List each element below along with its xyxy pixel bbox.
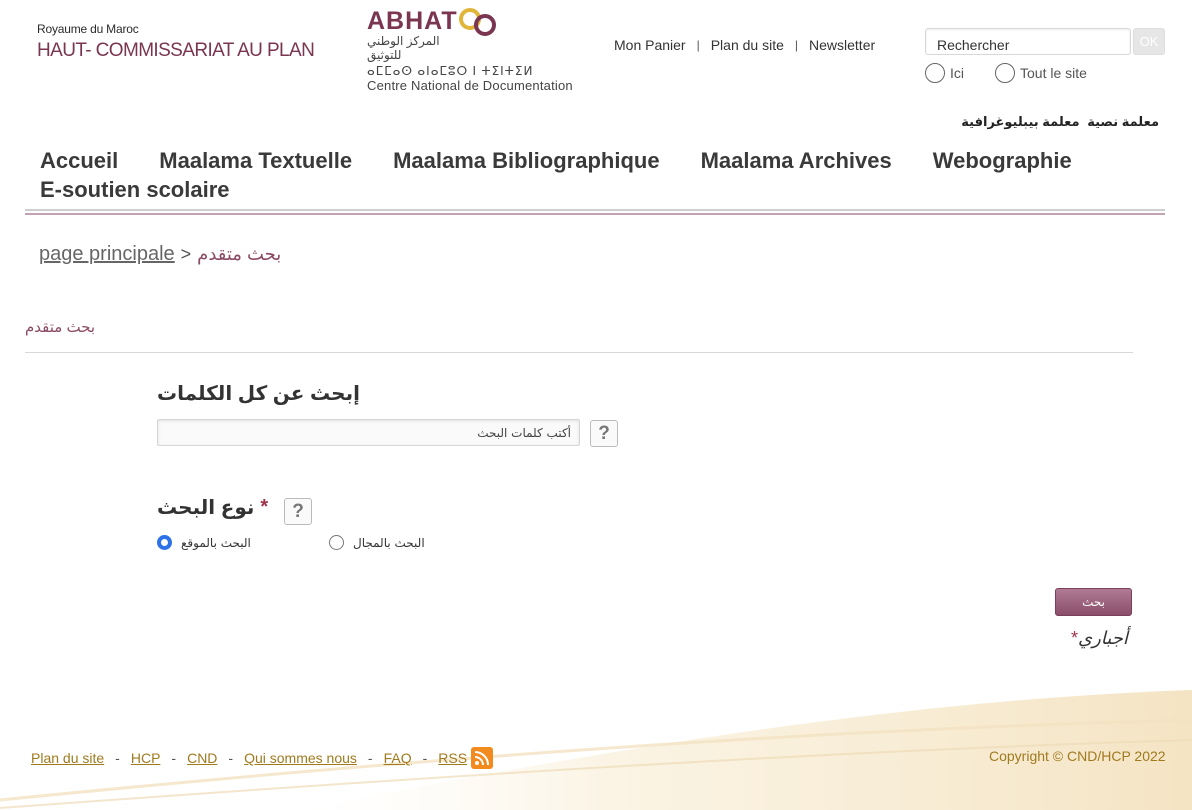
abhat-logo-title: ABHAT <box>367 6 597 36</box>
top-link-plan[interactable]: Plan du site <box>711 37 784 53</box>
separator: - <box>171 750 177 766</box>
nav-item-maalama-bibliographique[interactable]: Maalama Bibliographique <box>393 146 660 175</box>
nav-item-webographie[interactable]: Webographie <box>933 146 1072 175</box>
abhat-logo-text: ABHAT <box>367 6 458 35</box>
separator: | <box>794 38 799 52</box>
scope-ici[interactable]: Ici <box>925 63 964 83</box>
scope-ici-label: Ici <box>950 65 964 81</box>
abhat-logo-cnd: Centre National de Documentation <box>367 78 573 93</box>
option-domain[interactable]: البحث بالمجال <box>329 535 425 550</box>
divider <box>25 209 1165 211</box>
radio-icon[interactable] <box>995 63 1015 83</box>
search-type-label-text: نوع البحث <box>157 497 255 519</box>
radio-selected-icon[interactable] <box>157 535 172 550</box>
top-links: Mon Panier | Plan du site | Newsletter <box>614 37 875 53</box>
arabic-link-bibliographic[interactable]: معلمة بيبليوغرافية <box>961 114 1079 129</box>
abhat-logo-arabic: المركز الوطني للتوثيق <box>367 34 440 62</box>
abhat-logo-tifinagh: ⴰⵎⵎⴰⵙ ⴰⵏⴰⵎⵓⵔ ⵏ ⵜⵉⵏⵜⵉⵍ <box>367 64 534 78</box>
radio-icon[interactable] <box>329 535 344 550</box>
footer-link-faq[interactable]: FAQ <box>384 750 412 766</box>
page-title: بحث متقدم <box>25 319 96 336</box>
footer-link-hcp[interactable]: HCP <box>131 750 161 766</box>
abhat-logo[interactable]: ABHAT المركز الوطني للتوثيق ⴰⵎⵎⴰⵙ ⴰⵏⴰⵎⵓⵔ… <box>367 6 597 94</box>
hcp-logo[interactable]: Royaume du Maroc HAUT- COMMISSARIAT AU P… <box>37 22 315 62</box>
separator: - <box>228 750 234 766</box>
help-button[interactable]: ? <box>284 498 312 525</box>
copyright: Copyright © CND/HCP 2022 <box>989 748 1166 764</box>
breadcrumb-home[interactable]: page principale <box>39 243 175 266</box>
magnifier-icon <box>458 6 501 36</box>
separator: | <box>696 38 700 52</box>
breadcrumb: page principale > بحث متقدم <box>39 243 281 266</box>
footer-links: Plan du site - HCP - CND - Qui sommes no… <box>31 747 494 769</box>
arabic-links: معلمة نصية معلمة بيبليوغرافية <box>957 114 1159 130</box>
top-link-panier[interactable]: Mon Panier <box>614 37 686 53</box>
separator: - <box>367 750 373 766</box>
rss-icon[interactable] <box>471 747 494 769</box>
keywords-label: إبحث عن كل الكلمات <box>157 383 360 405</box>
required-star: * <box>1071 628 1079 648</box>
required-star: * <box>260 496 269 518</box>
divider <box>25 213 1165 215</box>
nav-item-maalama-archives[interactable]: Maalama Archives <box>701 146 892 175</box>
nav-item-accueil[interactable]: Accueil <box>40 146 118 175</box>
arabic-link-textual[interactable]: معلمة نصية <box>1087 114 1159 129</box>
hcp-logo-subtitle: Royaume du Maroc <box>37 22 139 36</box>
required-note: *أجباري <box>1071 628 1128 649</box>
keywords-input[interactable]: أكتب كلمات البحث <box>157 419 580 446</box>
footer-link-cnd[interactable]: CND <box>187 750 217 766</box>
required-note-text: أجباري <box>1078 628 1128 648</box>
scope-tout-label: Tout le site <box>1020 65 1087 81</box>
top-link-newsletter[interactable]: Newsletter <box>809 37 875 53</box>
radio-icon[interactable] <box>925 63 945 83</box>
option-domain-label: البحث بالمجال <box>353 535 425 550</box>
separator: - <box>422 750 428 766</box>
option-site[interactable]: البحث بالموقع <box>157 535 251 550</box>
separator: - <box>115 750 120 766</box>
footer-link-rss[interactable]: RSS <box>438 750 467 766</box>
breadcrumb-current: بحث متقدم <box>197 244 282 264</box>
footer-link-about[interactable]: Qui sommes nous <box>244 750 357 766</box>
search-type-label: نوع البحث * <box>157 495 268 520</box>
nav-item-maalama-textuelle[interactable]: Maalama Textuelle <box>159 146 352 175</box>
site-search: Rechercher OK Ici Tout le site <box>925 28 1165 83</box>
help-button[interactable]: ? <box>590 420 618 447</box>
scope-tout[interactable]: Tout le site <box>995 63 1087 83</box>
breadcrumb-separator: > <box>180 244 192 264</box>
submit-search-button[interactable]: بحث <box>1055 588 1132 616</box>
divider <box>25 352 1133 353</box>
main-nav: Accueil Maalama Textuelle Maalama Biblio… <box>40 146 1150 204</box>
hcp-logo-title: HAUT- COMMISSARIAT AU PLAN <box>37 40 315 61</box>
nav-item-e-soutien[interactable]: E-soutien scolaire <box>40 175 230 204</box>
search-ok-button[interactable]: OK <box>1133 28 1165 55</box>
search-input[interactable]: Rechercher <box>925 28 1131 55</box>
option-site-label: البحث بالموقع <box>181 535 251 550</box>
footer-link-plan[interactable]: Plan du site <box>31 750 104 766</box>
